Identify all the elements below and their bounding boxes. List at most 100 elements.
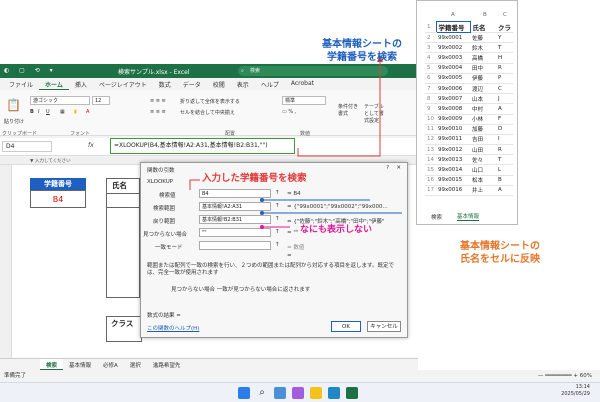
- side-cell[interactable]: T: [496, 42, 513, 54]
- side-cell[interactable]: 山本: [470, 93, 496, 105]
- side-table-row: 15 99x0014 山口 L: [425, 164, 513, 176]
- side-cell[interactable]: R: [496, 144, 513, 156]
- side-cell[interactable]: B: [496, 175, 513, 186]
- side-cell[interactable]: C: [496, 83, 513, 95]
- side-cell[interactable]: 99x0015: [436, 175, 470, 186]
- row-number: 17: [425, 185, 436, 197]
- side-cell[interactable]: A: [496, 185, 513, 197]
- row-number: 10: [425, 114, 436, 125]
- side-cell[interactable]: P: [496, 73, 513, 84]
- side-cell[interactable]: 99x0008: [436, 103, 470, 115]
- side-tab-search[interactable]: 検索: [431, 213, 442, 221]
- side-cell[interactable]: 田中: [470, 63, 496, 74]
- side-table-row: 13 99x0012 山田 R: [425, 144, 513, 156]
- side-cell[interactable]: J: [496, 93, 513, 105]
- side-cell[interactable]: 99x0009: [436, 114, 470, 125]
- clock[interactable]: 13:14 2025/05/29: [561, 384, 590, 398]
- side-cell[interactable]: R: [496, 63, 513, 74]
- arrow-line: [297, 60, 381, 157]
- col-letter-a: A: [451, 12, 455, 18]
- side-cell[interactable]: 松本: [470, 175, 496, 186]
- side-cell[interactable]: 佐藤: [470, 32, 496, 44]
- side-table-row: 17 99x0016 井上 A: [425, 185, 513, 197]
- side-cell[interactable]: 山田: [470, 144, 496, 156]
- excel-icon[interactable]: [346, 387, 358, 399]
- task-view-icon[interactable]: [274, 387, 286, 399]
- side-cell[interactable]: F: [496, 114, 513, 125]
- side-cell[interactable]: 渡辺: [470, 83, 496, 95]
- row-number: 14: [425, 154, 436, 166]
- side-cell[interactable]: 中村: [470, 103, 496, 115]
- side-header-cell[interactable]: クラ: [496, 21, 513, 33]
- row-number: 12: [425, 134, 436, 146]
- side-cell[interactable]: 99x0012: [436, 144, 470, 156]
- side-table-row: 3 99x0002 鈴木 T: [425, 42, 513, 54]
- row-number: 3: [425, 42, 436, 54]
- row-number: 15: [425, 164, 436, 176]
- col-letter-c: C: [503, 12, 507, 18]
- side-cell[interactable]: I: [496, 134, 513, 146]
- side-cell[interactable]: 99x0007: [436, 93, 470, 105]
- side-cell[interactable]: 吉田: [470, 134, 496, 146]
- dot-marker: [260, 198, 264, 202]
- side-cell[interactable]: 高橋: [470, 52, 496, 64]
- side-cell[interactable]: 99x0005: [436, 73, 470, 84]
- side-cell[interactable]: 99x0004: [436, 63, 470, 74]
- edge-icon[interactable]: [328, 387, 340, 399]
- side-cell[interactable]: 99x0010: [436, 124, 470, 135]
- side-cell[interactable]: 佐々: [470, 154, 496, 166]
- side-cell[interactable]: 99x0002: [436, 42, 470, 54]
- side-table-header: 1 学籍番号 氏名 クラ: [425, 21, 513, 33]
- row-number: 5: [425, 63, 436, 74]
- callout-input: 入力した学籍番号を検索: [202, 173, 307, 184]
- callout-empty: なにも表示しない: [300, 225, 373, 235]
- col-letter-b: B: [483, 12, 487, 18]
- side-cell[interactable]: 小林: [470, 114, 496, 125]
- side-cell[interactable]: 99x0006: [436, 83, 470, 95]
- side-table-row: 11 99x0010 加藤 D: [425, 124, 513, 135]
- row-number: 13: [425, 144, 436, 156]
- side-cell[interactable]: 伊藤: [470, 73, 496, 84]
- side-cell[interactable]: 山口: [470, 164, 496, 176]
- side-header-cell[interactable]: 学籍番号: [435, 21, 471, 33]
- side-table-row: 14 99x0013 佐々 T: [425, 154, 513, 166]
- side-cell[interactable]: 鈴木: [470, 42, 496, 54]
- side-cell[interactable]: 加藤: [470, 124, 496, 135]
- side-table-row: 12 99x0011 吉田 I: [425, 134, 513, 146]
- side-table-row: 5 99x0004 田中 R: [425, 63, 513, 74]
- row-number: 8: [425, 93, 436, 105]
- row-number: 6: [425, 73, 436, 84]
- side-cell[interactable]: Y: [496, 32, 513, 44]
- row-number: 9: [425, 103, 436, 115]
- side-cell[interactable]: 99x0013: [436, 154, 470, 166]
- side-tab-basic-info[interactable]: 基本情報: [457, 212, 480, 221]
- side-cell[interactable]: 99x0011: [436, 134, 470, 146]
- side-header-cell[interactable]: 氏名: [470, 21, 496, 33]
- side-table-row: 2 99x0001 佐藤 Y: [425, 32, 513, 44]
- side-cell[interactable]: 99x0016: [436, 185, 470, 197]
- callout-reflect: 基本情報シートの 氏名をセルに反映: [460, 241, 540, 265]
- row-number: 4: [425, 52, 436, 64]
- row-number: 2: [425, 32, 436, 44]
- side-table-row: 8 99x0007 山本 J: [425, 93, 513, 105]
- row-number: 16: [425, 175, 436, 186]
- side-cell[interactable]: 99x0014: [436, 164, 470, 176]
- copilot-icon[interactable]: [292, 387, 304, 399]
- row-number: 7: [425, 83, 436, 95]
- side-table-row: 10 99x0009 小林 F: [425, 114, 513, 125]
- basic-info-sheet-preview: A B C 1 学籍番号 氏名 クラ 2 99x0001 佐藤 Y 3 99x0002 鈴木 T 4 99…: [416, 0, 518, 225]
- search-icon[interactable]: ⌕: [256, 387, 268, 399]
- start-icon[interactable]: [238, 387, 250, 399]
- file-explorer-icon[interactable]: [310, 387, 322, 399]
- side-cell[interactable]: 井上: [470, 185, 496, 197]
- row-number: 11: [425, 124, 436, 135]
- side-cell[interactable]: L: [496, 164, 513, 176]
- side-cell[interactable]: D: [496, 124, 513, 135]
- side-cell[interactable]: T: [496, 154, 513, 166]
- side-table-row: 9 99x0008 中村 A: [425, 103, 513, 115]
- side-cell[interactable]: A: [496, 103, 513, 115]
- side-table-row: 7 99x0006 渡辺 C: [425, 83, 513, 95]
- side-cell[interactable]: H: [496, 52, 513, 64]
- side-cell[interactable]: 99x0003: [436, 52, 470, 64]
- side-cell[interactable]: 99x0001: [436, 32, 470, 44]
